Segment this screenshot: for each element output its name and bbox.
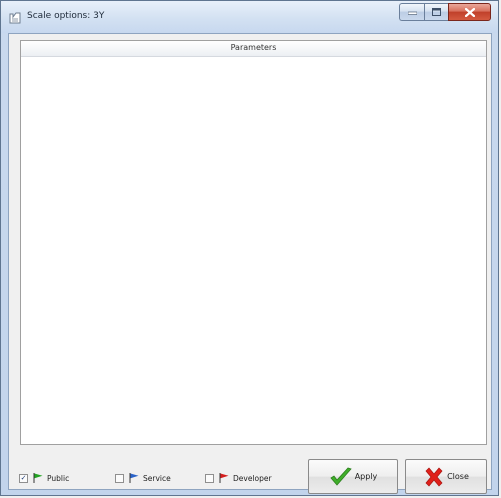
developer-label: Developer xyxy=(233,473,272,483)
title-bar[interactable]: Scale options: 3Y xyxy=(1,1,498,33)
blue-flag-icon xyxy=(129,473,139,483)
check-icon xyxy=(330,467,352,486)
maximize-icon xyxy=(432,8,441,16)
scale-icon xyxy=(9,12,21,24)
window-title: Scale options: 3Y xyxy=(27,11,105,21)
close-button[interactable]: Close xyxy=(405,459,487,494)
parameters-header: Parameters xyxy=(21,41,486,57)
apply-button[interactable]: Apply xyxy=(308,459,398,494)
minimize-button[interactable] xyxy=(399,3,424,21)
public-option[interactable]: ✓ Public xyxy=(19,471,69,485)
close-icon xyxy=(464,7,475,17)
public-label: Public xyxy=(47,473,70,483)
service-option[interactable]: Service xyxy=(115,471,171,485)
bottom-bar: ✓ Public Service Developer Apply Close xyxy=(9,446,491,494)
service-label: Service xyxy=(143,473,171,483)
apply-label: Apply xyxy=(354,472,378,481)
green-flag-icon xyxy=(33,473,43,483)
public-checkbox[interactable]: ✓ xyxy=(19,473,28,483)
developer-checkbox[interactable] xyxy=(205,473,214,483)
parameters-panel[interactable]: Parameters xyxy=(20,40,487,445)
close-label: Close xyxy=(447,472,469,481)
dialog-client-area: Parameters ✓ Public Service Developer Ap… xyxy=(8,33,492,494)
developer-option[interactable]: Developer xyxy=(205,471,272,485)
service-checkbox[interactable] xyxy=(115,473,124,483)
scale-options-window: Scale options: 3Y Parameters ✓ Public Se… xyxy=(0,0,499,496)
caption-buttons xyxy=(399,3,491,21)
x-icon xyxy=(425,466,443,487)
maximize-button[interactable] xyxy=(424,3,448,21)
minimize-icon xyxy=(407,11,417,15)
red-flag-icon xyxy=(219,473,229,483)
window-close-button[interactable] xyxy=(448,3,491,21)
